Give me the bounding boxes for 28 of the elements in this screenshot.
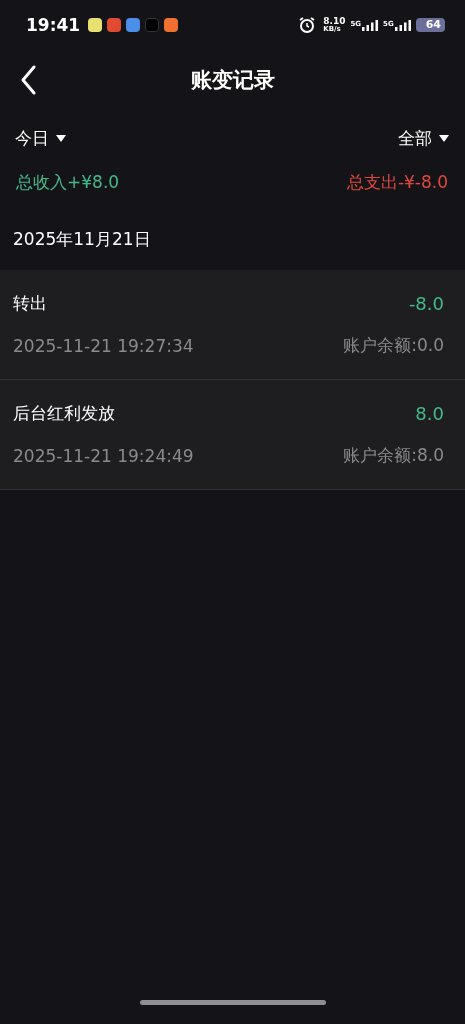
caret-icon bbox=[56, 134, 66, 142]
record-amount: 8.0 bbox=[415, 402, 444, 424]
total-expense: 总支出-¥-8.0 bbox=[346, 170, 448, 194]
page-title: 账变记录 bbox=[190, 67, 275, 94]
period-dropdown[interactable]: 今日 bbox=[15, 126, 66, 150]
app-notification-icon bbox=[164, 18, 179, 32]
network-speed: 8.10 bbox=[323, 17, 346, 26]
alarm-icon bbox=[298, 16, 317, 34]
record-amount: -8.0 bbox=[408, 292, 444, 314]
record-time: 2025-11-21 19:24:49 bbox=[13, 445, 194, 466]
app-notification-icon bbox=[145, 18, 160, 32]
signal-icon bbox=[362, 19, 379, 31]
record-balance: 账户余额:8.0 bbox=[343, 444, 444, 468]
category-dropdown[interactable]: 全部 bbox=[398, 126, 449, 150]
total-income: 总收入+¥8.0 bbox=[16, 170, 120, 194]
app-notification-icon bbox=[126, 18, 141, 32]
record-time: 2025-11-21 19:27:34 bbox=[13, 335, 194, 356]
record-title: 转出 bbox=[13, 291, 47, 315]
caret-icon bbox=[439, 134, 449, 142]
app-notification-icon bbox=[88, 18, 103, 32]
record-balance: 账户余额:0.0 bbox=[343, 334, 444, 358]
signal-icon bbox=[394, 19, 411, 31]
back-button[interactable] bbox=[20, 65, 36, 95]
battery-indicator: 64 bbox=[415, 18, 445, 32]
app-notification-icon bbox=[107, 18, 122, 32]
record-title: 后台红利发放 bbox=[13, 401, 115, 425]
date-heading: 2025年11月21日 bbox=[12, 227, 152, 251]
status-time: 19:41 bbox=[26, 15, 81, 35]
